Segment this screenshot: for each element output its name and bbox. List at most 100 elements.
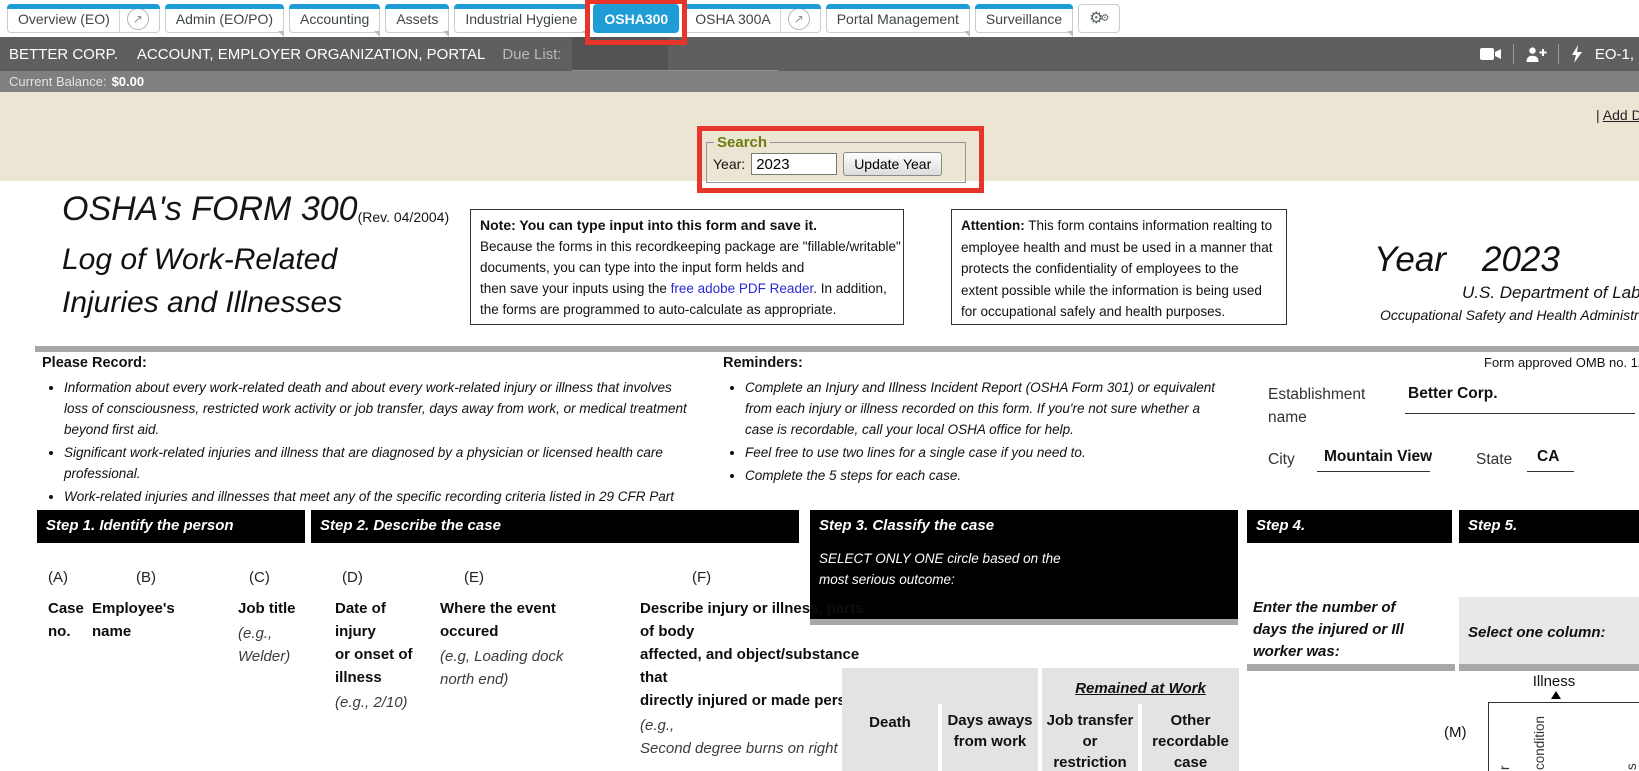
please-record-list: Information about every work-related dea…: [64, 377, 692, 528]
tab-label: Portal Management: [837, 11, 959, 27]
establishment-underline: [1405, 413, 1635, 414]
video-camera-icon[interactable]: [1480, 46, 1502, 62]
list-item: Feel free to use two lines for a single …: [745, 442, 1215, 463]
death-column-header: Death: [842, 712, 938, 733]
step4-instruction-line: Enter the number of: [1253, 597, 1404, 619]
please-record-heading: Please Record:: [42, 355, 692, 371]
header-line: Job title: [238, 597, 296, 620]
form-revision: (Rev. 04/2004): [358, 209, 450, 225]
form-subtitle-line2: Injuries and Illnesses: [62, 286, 342, 320]
tab-industrial-hygiene[interactable]: Industrial Hygiene: [454, 4, 588, 33]
example-line: Welder): [238, 645, 296, 668]
eo-menu-label[interactable]: EO-1,: [1595, 46, 1634, 63]
example-line: (e.g., 2/10): [335, 691, 413, 714]
note-box: Note: You can type input into this form …: [470, 209, 904, 325]
settings-button[interactable]: ⚙⚙: [1078, 4, 1120, 33]
step3-title: Step 3. Classify the case: [819, 517, 1238, 534]
tab-label: OSHA 300A: [695, 11, 771, 27]
header-line: Employee's: [92, 597, 175, 620]
tab-label: Assets: [396, 11, 438, 27]
app-window: Overview (EO) ↗ Admin (EO/PO) Accounting…: [0, 0, 1639, 771]
note-line: documents, you can type into the input f…: [480, 257, 894, 278]
step5-gray-bar: [1459, 664, 1639, 671]
note-line: Because the forms in this recordkeeping …: [480, 236, 894, 257]
tab-divider: [780, 5, 781, 32]
tab-label: Accounting: [300, 11, 369, 27]
cell-line: restriction: [1042, 752, 1138, 771]
due-list-underline: [668, 37, 778, 71]
header-line: no.: [48, 620, 84, 643]
header-line: illness: [335, 666, 413, 689]
other-recordable-column-header: Other recordable case: [1142, 710, 1239, 771]
example-line: (e.g, Loading dock: [440, 645, 563, 668]
reminders-heading: Reminders:: [723, 355, 1215, 371]
tab-assets[interactable]: Assets: [385, 4, 449, 33]
example-line: (e.g.,: [238, 622, 296, 645]
account-bar-icons: EO-1,: [1480, 44, 1639, 64]
arrow-up-icon: [1551, 691, 1561, 699]
balance-bar: Current Balance: $0.00: [0, 71, 1639, 92]
header-line: of body: [640, 620, 881, 643]
popout-icon[interactable]: ↗: [788, 8, 810, 30]
establishment-label: Establishment name: [1268, 383, 1365, 429]
tab-admin-eo-po[interactable]: Admin (EO/PO): [165, 4, 284, 33]
lightning-bolt-icon[interactable]: [1570, 45, 1583, 63]
list-item: Information about every work-related dea…: [64, 377, 692, 440]
tab-portal-management[interactable]: Portal Management: [826, 4, 970, 33]
add-user-icon[interactable]: [1525, 46, 1547, 63]
step5-instruction: Select one column:: [1459, 597, 1639, 664]
tab-accounting[interactable]: Accounting: [289, 4, 380, 33]
year-label: Year:: [713, 156, 745, 172]
column-letter-e: (E): [464, 569, 484, 586]
submenu-fold-icon: [443, 31, 449, 37]
step4-instruction: Enter the number of days the injured or …: [1253, 597, 1404, 663]
rotated-column-label: r: [1497, 766, 1512, 771]
note-line: the forms are programmed to auto-calcula…: [480, 299, 894, 320]
note-line: then save your inputs using the free ado…: [480, 278, 894, 299]
arrow-up-right-icon: ↗: [794, 12, 804, 26]
tab-osha300-active[interactable]: OSHA300: [593, 4, 679, 33]
step2-header: Step 2. Describe the case: [311, 510, 799, 543]
illness-label: Illness: [1516, 673, 1592, 690]
header-line: Date of: [335, 597, 413, 620]
header-line: affected, and object/substance: [640, 643, 881, 666]
department-line: U.S. Department of Lab: [1462, 283, 1639, 303]
column-letter-d: (D): [342, 569, 363, 586]
due-list-box[interactable]: [572, 37, 668, 71]
attention-title: Attention:: [961, 218, 1025, 233]
step1-header: Step 1. Identify the person: [37, 510, 305, 543]
form-title: OSHA's FORM 300(Rev. 04/2004): [62, 190, 449, 229]
attention-text: This form contains information realting …: [961, 218, 1272, 319]
add-link[interactable]: Add D: [1603, 107, 1639, 123]
tab-label: Industrial Hygiene: [465, 11, 577, 27]
add-link-wrap: | Add D: [1596, 107, 1639, 123]
cell-line: recordable: [1142, 731, 1239, 752]
step4-gray-bar: [1247, 664, 1455, 671]
tab-osha-300a[interactable]: OSHA 300A ↗: [684, 4, 821, 33]
rotated-column-label: condition: [1532, 716, 1547, 770]
submenu-fold-icon: [582, 31, 588, 37]
attention-box: Attention: This form contains informatio…: [951, 209, 1287, 325]
city-label: City: [1268, 451, 1295, 469]
rotated-column-label: s: [1624, 763, 1639, 770]
cell-line: case: [1142, 752, 1239, 771]
form-title-text: OSHA's FORM 300: [62, 190, 358, 228]
year-input[interactable]: [751, 153, 837, 175]
classify-right-box: Remained at Work Job transfer or restric…: [1042, 668, 1239, 771]
balance-label: Current Balance:: [9, 74, 107, 89]
reminders-section: Reminders: Complete an Injury and Illnes…: [723, 355, 1215, 488]
update-year-button[interactable]: Update Year: [843, 152, 942, 176]
year-heading-label: Year: [1374, 240, 1446, 280]
tab-overview-eo[interactable]: Overview (EO) ↗: [7, 4, 160, 33]
cell-line: or: [1042, 731, 1138, 752]
tab-surveillance[interactable]: Surveillance: [975, 4, 1073, 33]
remained-at-work-header: Remained at Work: [1042, 680, 1239, 697]
tab-bar: Overview (EO) ↗ Admin (EO/PO) Accounting…: [0, 0, 1639, 37]
step4-instruction-line: worker was:: [1253, 641, 1404, 663]
column-letter-c: (C): [249, 569, 270, 586]
pdf-reader-link[interactable]: free adobe PDF Reader: [671, 281, 814, 296]
note-link-post: . In addition,: [813, 281, 887, 296]
popout-icon[interactable]: ↗: [127, 8, 149, 30]
tab-label: Overview (EO): [18, 11, 110, 27]
horizontal-rule: [35, 346, 1639, 352]
